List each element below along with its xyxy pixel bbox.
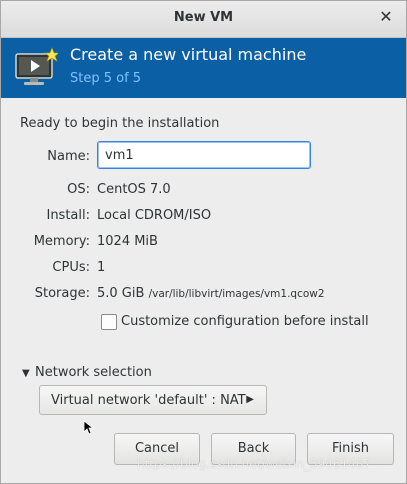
memory-value: 1024 MiB [97, 234, 158, 249]
install-value: Local CDROM/ISO [97, 208, 212, 223]
storage-value: 5.0 GiB /var/lib/libvirt/images/vm1.qcow… [97, 286, 325, 301]
window-title: New VM [173, 10, 234, 25]
network-selection-label: Virtual network 'default' : NAT [51, 393, 246, 408]
cpus-value: 1 [97, 260, 106, 275]
customize-label[interactable]: Customize configuration before install [121, 314, 369, 329]
mouse-pointer-icon [83, 420, 95, 439]
memory-label: Memory: [33, 234, 90, 249]
network-selection-button[interactable]: Virtual network 'default' : NAT ▶ [39, 385, 267, 415]
watermark: https://blog.csdn.net/weixin_39461487 [137, 457, 372, 471]
customize-checkbox[interactable] [101, 314, 117, 330]
name-label: Name: [47, 149, 90, 164]
wizard-banner: Create a new virtual machine Step 5 of 5 [1, 38, 406, 98]
cpus-row: CPUs: 1 [1, 260, 406, 280]
install-label: Install: [46, 208, 90, 223]
monitor-new-icon [14, 47, 60, 91]
cpus-label: CPUs: [52, 260, 90, 275]
menu-arrow-icon: ▶ [246, 394, 254, 405]
memory-row: Memory: 1024 MiB [1, 234, 406, 254]
os-label: OS: [67, 182, 90, 197]
storage-size: 5.0 GiB [97, 286, 145, 301]
banner-title: Create a new virtual machine [70, 45, 307, 64]
close-icon[interactable]: ✕ [378, 9, 394, 25]
name-field[interactable] [97, 141, 311, 169]
banner-step: Step 5 of 5 [70, 71, 142, 86]
network-expander-label[interactable]: Network selection [35, 365, 152, 380]
ready-heading: Ready to begin the installation [20, 116, 220, 131]
os-row: OS: CentOS 7.0 [1, 182, 406, 202]
install-row: Install: Local CDROM/ISO [1, 208, 406, 228]
titlebar: New VM ✕ [1, 1, 406, 38]
storage-path: /var/lib/libvirt/images/vm1.qcow2 [148, 288, 325, 300]
storage-row: Storage: 5.0 GiB /var/lib/libvirt/images… [1, 286, 406, 306]
new-vm-dialog: New VM ✕ Create a new virtual machine St… [0, 0, 407, 484]
os-value: CentOS 7.0 [97, 182, 171, 197]
expander-arrow-icon[interactable]: ▼ [22, 368, 30, 379]
storage-label: Storage: [34, 286, 90, 301]
